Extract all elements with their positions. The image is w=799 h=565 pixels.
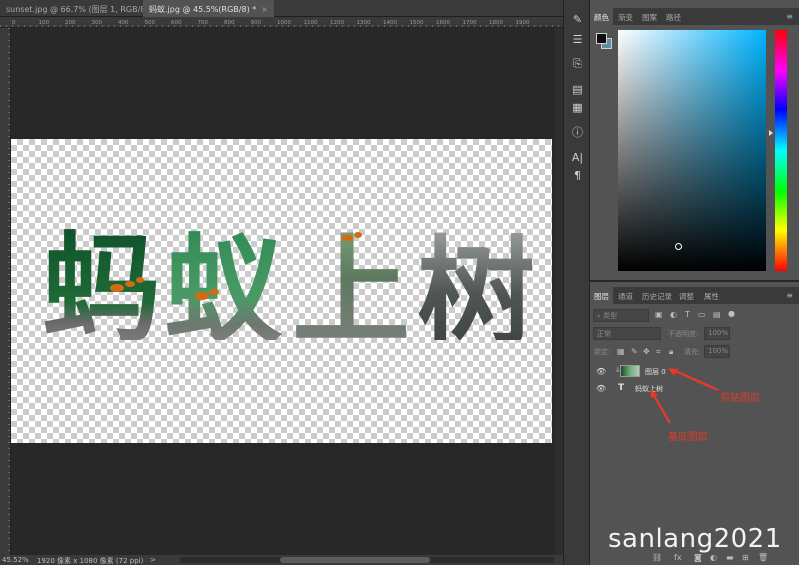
panel-menu-icon[interactable]: ≡	[786, 291, 793, 300]
horizontal-scroll-thumb[interactable]	[280, 557, 430, 563]
folder-icon[interactable]: ▬	[726, 553, 734, 562]
ruler-tick-label: 100	[39, 20, 50, 26]
color-picker-ring[interactable]	[675, 243, 682, 250]
ruler-tick-label: 1200	[330, 20, 344, 26]
tab-history[interactable]: 历史记录	[638, 287, 676, 304]
opacity-label: 不透明度:	[668, 330, 699, 338]
ruler-tick-label: 1800	[489, 20, 503, 26]
glyph-2: 蚁	[164, 222, 283, 340]
ruler-tick-label: 1600	[436, 20, 450, 26]
ruler-tick-label: 500	[145, 20, 156, 26]
fx-icon[interactable]: fx	[674, 553, 682, 562]
clone-icon[interactable]: ⎘	[564, 54, 591, 74]
tab-label: 蚂蚁.jpg @ 45.5%(RGB/8) *	[149, 5, 257, 14]
horizontal-ruler: 0 100 200 300 400 500 600 700 800 900 1000 1100 1200…	[0, 17, 563, 28]
tab-adjustments[interactable]: 调整	[675, 287, 698, 304]
filter-toggle-icon[interactable]: ●	[728, 309, 735, 318]
ruler-tick-label: 200	[65, 20, 76, 26]
layers-panel-tabs: 图层 通道 历史记录 调整 属性 ≡	[590, 287, 799, 304]
filter-smart-icon[interactable]: ▤	[713, 310, 721, 319]
layers-bottom-toolbar: ⛓︎ fx ◙ ◐ ▬ ⊞ 🗑︎	[590, 551, 799, 565]
brush-icon[interactable]: ✎	[564, 10, 591, 30]
blend-mode-select[interactable]: 正常	[593, 327, 661, 340]
foreground-color-swatch[interactable]	[596, 33, 607, 44]
new-layer-icon[interactable]: ⊞	[742, 553, 749, 562]
adjustment-icon[interactable]: ◐	[710, 553, 717, 562]
ruler-tick-label: 1700	[463, 20, 477, 26]
tab-paths[interactable]: 路径	[662, 8, 685, 25]
color-panel-tabs: 颜色 渐变 图案 路径 ≡	[590, 8, 799, 25]
tab-pattern[interactable]: 图案	[638, 8, 661, 25]
lock-transparency-icon[interactable]: ▦	[617, 347, 625, 356]
zoom-level[interactable]: 45.52%	[2, 556, 29, 564]
ruler-labels: 0 100 200 300 400 500 600 700 800 900 1000 1100 1200…	[12, 20, 530, 26]
ruler-tick-label: 600	[171, 20, 182, 26]
ruler-tick-label: 700	[198, 20, 209, 26]
document-info: 1920 像素 x 1080 像素 (72 ppi)	[37, 557, 144, 565]
ruler-tick-label: 900	[251, 20, 262, 26]
filter-pixel-icon[interactable]: ▣	[655, 310, 663, 319]
visibility-eye-icon[interactable]: 👁︎	[596, 367, 606, 376]
fill-label: 填充:	[684, 348, 701, 356]
tab-ant[interactable]: 蚂蚁.jpg @ 45.5%(RGB/8) * ×	[143, 0, 274, 17]
text-layer-icon: T	[618, 383, 625, 393]
document-tab-bar: sunset.jpg @ 66.7% (图层 1, RGB/8) * × 蚂蚁.j…	[0, 0, 563, 17]
adjust-icon[interactable]: ☰	[564, 30, 591, 50]
panel-icon[interactable]: ▤	[564, 80, 591, 100]
link-icon[interactable]: ⛓︎	[652, 553, 662, 562]
base-layer-annotation: 基底图层	[668, 432, 708, 443]
lock-all-icon[interactable]: 🔒︎	[669, 347, 673, 357]
ruler-tick-label: 300	[92, 20, 103, 26]
character-icon[interactable]: A|	[564, 148, 591, 168]
info-icon[interactable]: ⓘ	[564, 123, 591, 143]
ruler-tick-label: 800	[224, 20, 235, 26]
vertical-scrollbar[interactable]	[555, 28, 563, 555]
visibility-eye-icon[interactable]: 👁︎	[596, 384, 606, 393]
lock-label: 锁定:	[594, 348, 611, 356]
ruler-tick-label: 1500	[410, 20, 424, 26]
tab-color[interactable]: 颜色	[590, 8, 613, 25]
paragraph-icon[interactable]: ¶	[564, 166, 591, 186]
ruler-tick-label: 1300	[357, 20, 371, 26]
filter-label: 类型	[603, 312, 618, 320]
clip-layer-annotation: 剪贴图层	[720, 393, 760, 404]
ruler-tick-label: 1400	[383, 20, 397, 26]
color-field[interactable]	[618, 30, 766, 271]
annotation-arrows	[650, 368, 719, 424]
tab-gradient[interactable]: 渐变	[614, 8, 637, 25]
layer-filter-select[interactable]: ⌕ 类型	[593, 309, 649, 322]
ruler-tick-label: 1000	[277, 20, 291, 26]
vertical-ruler	[0, 28, 11, 555]
clipped-text-artwork: 蚂 蚁 上 树	[42, 220, 535, 340]
filter-adjustment-icon[interactable]: ◐	[670, 310, 677, 319]
tab-layers[interactable]: 图层	[590, 287, 613, 304]
tab-properties[interactable]: 属性	[700, 287, 723, 304]
lock-position-icon[interactable]: ✥	[643, 347, 650, 356]
trash-icon[interactable]: 🗑︎	[758, 553, 768, 562]
mask-icon[interactable]: ◙	[694, 553, 702, 562]
lock-pixels-icon[interactable]: ✎	[631, 347, 638, 356]
glyph-4: 树	[417, 224, 535, 340]
filter-shape-icon[interactable]: ▭	[698, 310, 706, 319]
ruler-tick-label: 0	[12, 20, 16, 26]
tab-channels[interactable]: 通道	[614, 287, 637, 304]
filter-type-icon[interactable]: T	[685, 310, 690, 319]
opacity-field[interactable]: 100%	[704, 327, 730, 340]
hue-slider[interactable]	[775, 30, 787, 271]
status-arrow[interactable]: >	[150, 556, 156, 564]
lock-artboard-icon[interactable]: ⌗	[656, 347, 661, 357]
panel-tool-strip: ✎ ☰ ⎘ ▤ ▦ ⓘ A| ¶	[563, 0, 590, 565]
tab-label: sunset.jpg @ 66.7% (图层 1, RGB/8) *	[6, 5, 156, 14]
hue-slider-handle[interactable]	[769, 130, 773, 136]
panel-menu-icon[interactable]: ≡	[786, 12, 793, 21]
watermark: sanlang2021	[608, 524, 782, 554]
layer-thumbnail	[620, 365, 640, 377]
ruler-tick-label: 1100	[304, 20, 318, 26]
ruler-tick-label: 1900	[516, 20, 530, 26]
history-icon[interactable]: ▦	[564, 98, 591, 118]
ruler-tick-label: 400	[118, 20, 129, 26]
close-icon[interactable]: ×	[261, 5, 268, 14]
fill-field[interactable]: 100%	[704, 345, 730, 358]
